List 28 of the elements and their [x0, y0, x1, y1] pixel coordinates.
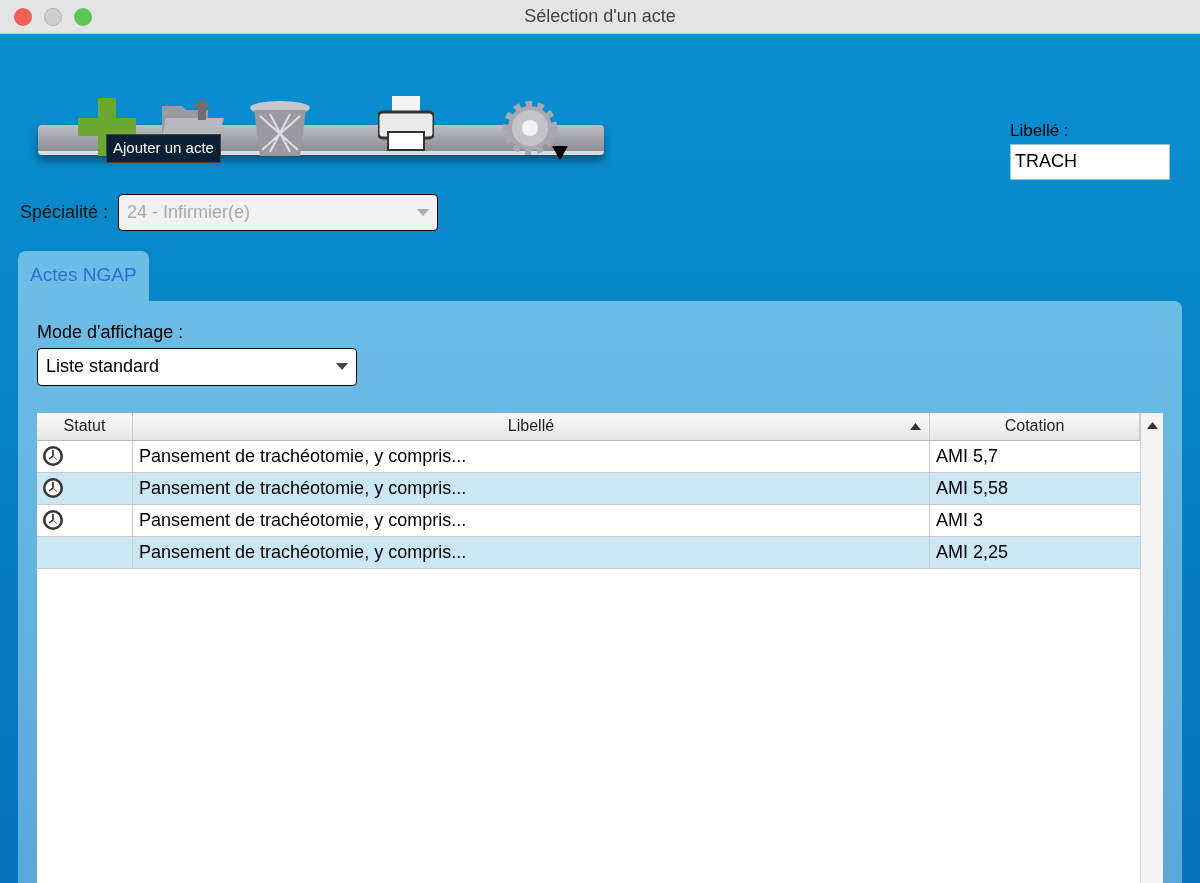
specialite-label: Spécialité :: [20, 200, 109, 224]
clock-icon: [42, 477, 64, 499]
table-cell: Pansement de trachéotomie, y compris...: [133, 504, 930, 536]
window-title: Sélection d'un acte: [523, 5, 677, 28]
table-cell: Pansement de trachéotomie, y compris...: [133, 472, 930, 504]
column-header[interactable]: Libellé: [133, 412, 930, 440]
caret-icon: [336, 363, 348, 370]
table-cell-text: AMI 2,25: [935, 540, 1010, 564]
libelle-field[interactable]: TRACH: [1010, 143, 1170, 180]
scrollbar[interactable]: [1140, 412, 1163, 883]
caret-icon: [417, 208, 430, 216]
gear-icon[interactable]: [500, 98, 568, 160]
tooltip: Ajouter un acte: [106, 134, 221, 163]
table-cell-text: AMI 5,58: [935, 476, 1010, 500]
libelle-label: Libellé :: [1010, 120, 1070, 142]
table-cell-text: AMI 3: [935, 508, 984, 532]
table-cell: Pansement de trachéotomie, y compris...: [133, 536, 930, 568]
column-header[interactable]: Statut: [37, 412, 133, 440]
close-button[interactable]: [14, 7, 32, 26]
mode-label: Mode d'affichage :: [37, 320, 184, 344]
printer-icon[interactable]: [378, 96, 434, 152]
trash-icon[interactable]: [250, 100, 310, 158]
table-cell-text: AMI 5,7: [935, 444, 1000, 468]
mode-dropdown[interactable]: Liste standard: [37, 347, 357, 386]
table-cell: Pansement de trachéotomie, y compris...: [133, 440, 930, 472]
scroll-up-icon[interactable]: [1146, 421, 1158, 429]
clock-icon: [42, 445, 64, 467]
clock-icon: [42, 509, 64, 531]
